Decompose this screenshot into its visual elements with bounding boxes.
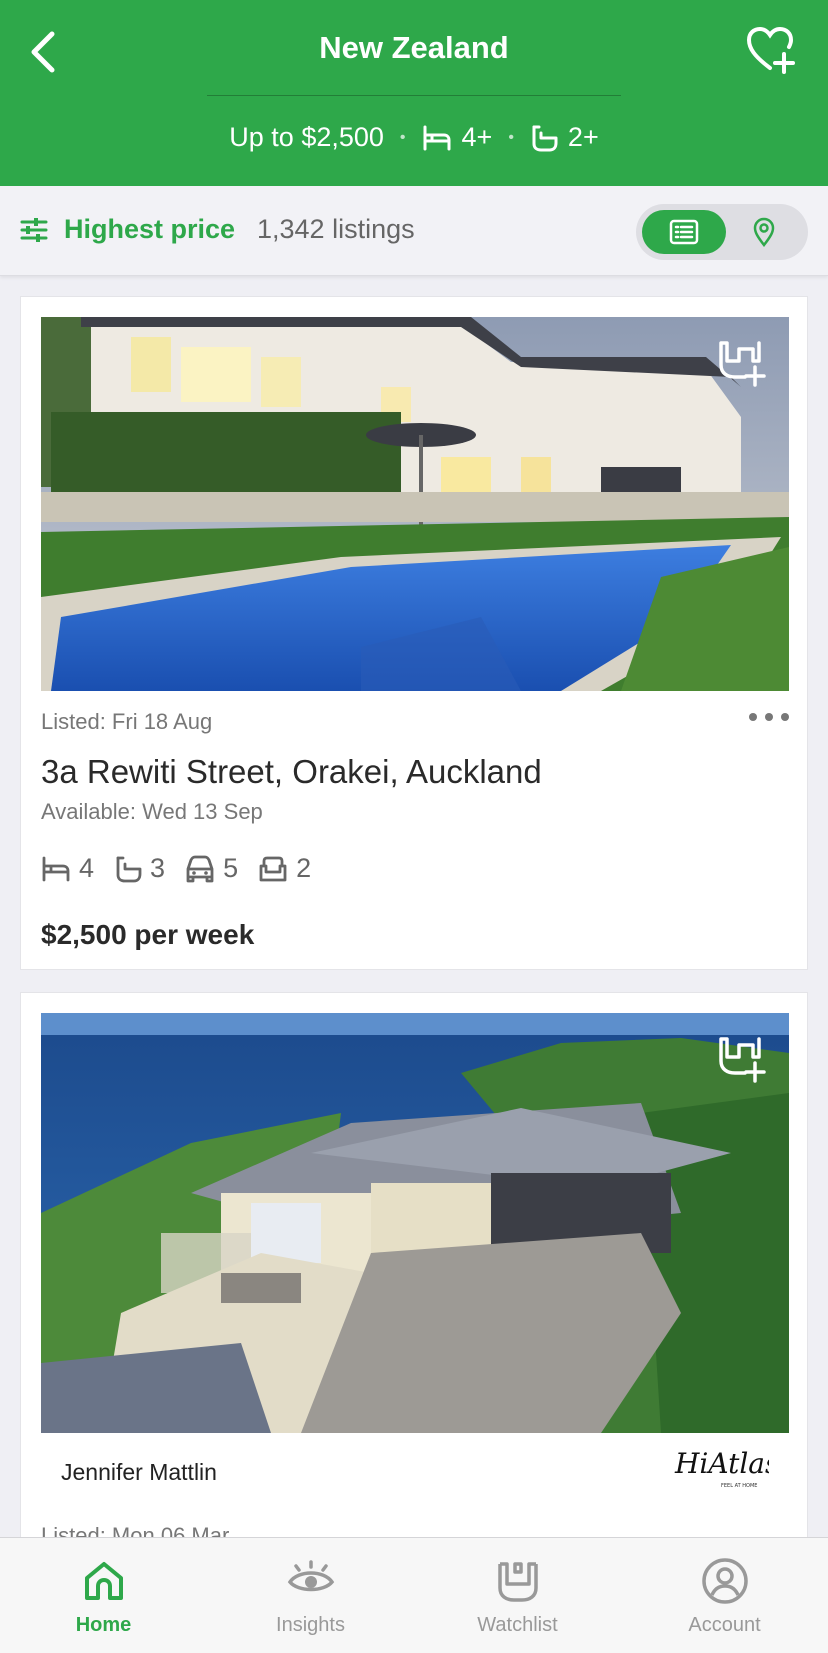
listing-card[interactable]: Listed: Fri 18 Aug 3a Rewiti Street, Ora…	[20, 296, 808, 970]
user-circle-icon	[701, 1558, 748, 1604]
sliders-icon[interactable]	[20, 216, 48, 244]
listed-date: Listed: Fri 18 Aug	[41, 709, 213, 734]
sort-bar: Highest price 1,342 listings	[0, 186, 828, 276]
watchlist-add-icon	[719, 1037, 766, 1083]
bath-icon	[530, 124, 558, 152]
add-to-watchlist-button[interactable]	[717, 337, 769, 387]
bathrooms-count: 3	[150, 853, 166, 883]
eye-icon	[287, 1560, 334, 1592]
tab-label: Insights	[276, 1614, 345, 1636]
chevron-left-icon	[31, 31, 55, 73]
price-filter[interactable]: Up to $2,500	[229, 122, 384, 153]
bed-icon	[422, 125, 452, 151]
list-icon	[669, 219, 699, 245]
bed-icon	[42, 856, 70, 881]
listing-features: 4 3 5 2	[41, 853, 331, 884]
view-toggle	[636, 204, 808, 260]
svg-text:HiAtlas: HiAtlas	[674, 1447, 769, 1480]
home-icon	[84, 1562, 123, 1600]
bathrooms-filter[interactable]: 2+	[530, 122, 599, 153]
sort-button[interactable]: Highest price	[64, 214, 235, 245]
listing-count: 1,342 listings	[257, 214, 415, 244]
tab-label: Home	[75, 1614, 132, 1636]
app-header: New Zealand Up to $2,500 • 4+ • 2+	[0, 0, 828, 186]
bathrooms-value: 2+	[567, 122, 599, 152]
bedrooms-feature: 4	[41, 853, 94, 884]
available-date: Available: Wed 13 Sep	[41, 799, 263, 824]
listing-photo[interactable]	[41, 317, 789, 691]
back-button[interactable]	[22, 28, 62, 76]
sofa-icon	[259, 856, 287, 881]
page-title: New Zealand	[319, 30, 509, 65]
svg-text:FEEL AT HOME: FEEL AT HOME	[721, 1483, 757, 1489]
watchlist-add-icon	[719, 341, 766, 387]
tab-watchlist[interactable]: Watchlist	[414, 1538, 621, 1653]
more-dots-icon	[749, 713, 757, 721]
tab-label: Account	[688, 1614, 761, 1636]
bath-icon	[116, 856, 142, 882]
bathrooms-feature: 3	[114, 853, 165, 884]
map-view-button[interactable]	[736, 210, 792, 254]
filter-separator: •	[508, 128, 514, 146]
watchlist-icon	[497, 1562, 538, 1602]
agency-logo: HiAtlas FEEL AT HOME	[674, 1447, 769, 1489]
header-divider	[207, 95, 621, 96]
tab-account[interactable]: Account	[621, 1538, 828, 1653]
heart-plus-icon	[746, 26, 795, 74]
map-pin-icon	[753, 217, 775, 247]
lounges-feature: 2	[258, 853, 311, 884]
lounges-count: 2	[296, 853, 312, 883]
parking-feature: 5	[185, 853, 238, 884]
more-options-button[interactable]	[749, 707, 789, 727]
car-icon	[186, 855, 214, 882]
bedrooms-value: 4+	[461, 122, 493, 152]
bedrooms-count: 4	[79, 853, 95, 883]
list-view-button[interactable]	[642, 210, 726, 254]
tab-home[interactable]: Home	[0, 1538, 207, 1653]
filter-separator: •	[399, 128, 406, 146]
save-search-button[interactable]	[746, 26, 798, 74]
add-to-watchlist-button[interactable]	[717, 1033, 769, 1083]
bedrooms-filter[interactable]: 4+	[422, 122, 493, 153]
tab-insights[interactable]: Insights	[207, 1538, 414, 1653]
search-filters[interactable]: Up to $2,500 • 4+ • 2+	[0, 122, 828, 153]
listing-address[interactable]: 3a Rewiti Street, Orakei, Auckland	[41, 753, 542, 791]
agent-name: Jennifer Mattlin	[61, 1459, 217, 1485]
listing-photo[interactable]	[41, 1013, 789, 1433]
listing-price: $2,500 per week	[41, 919, 255, 950]
bottom-tab-bar: Home Insights Watchlist Account	[0, 1537, 828, 1653]
parking-count: 5	[223, 853, 239, 883]
tab-label: Watchlist	[477, 1614, 558, 1636]
